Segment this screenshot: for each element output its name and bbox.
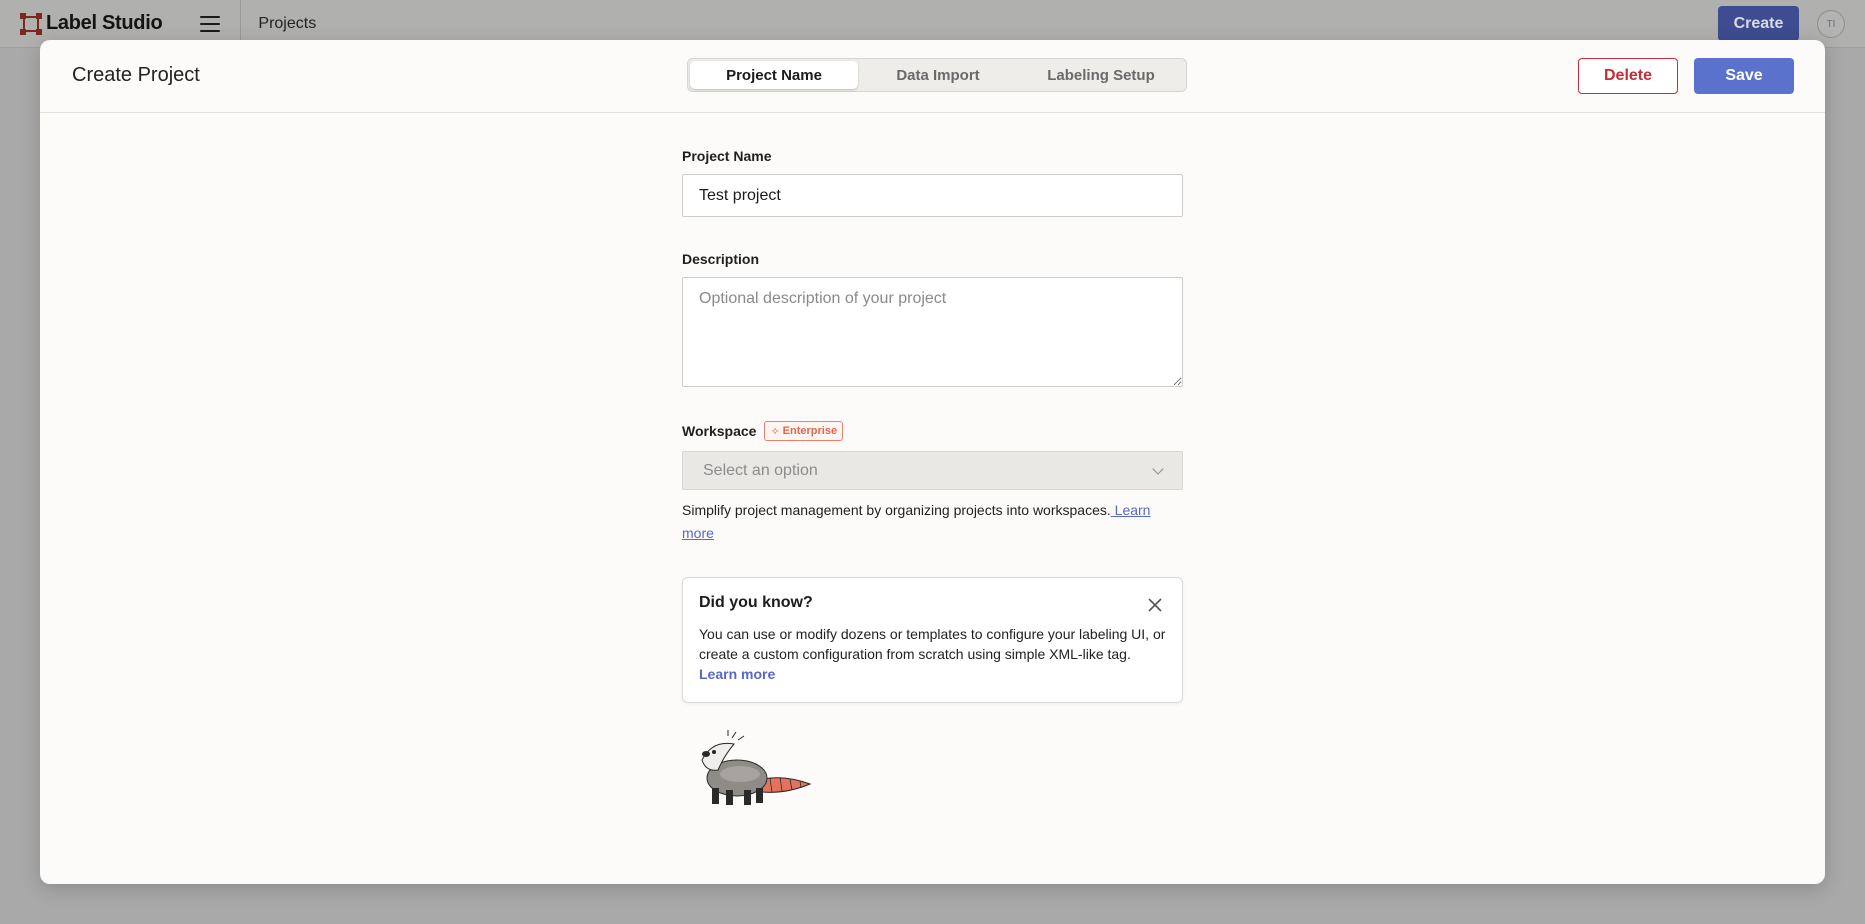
hamburger-menu-icon[interactable] (200, 15, 221, 32)
project-name-input[interactable] (682, 174, 1183, 217)
close-icon[interactable] (1148, 598, 1162, 612)
description-textarea[interactable] (682, 277, 1183, 387)
tip-body-text: You can use or modify dozens or template… (699, 626, 1166, 662)
project-form: Project Name Description Workspace ✧ Ent… (682, 148, 1183, 703)
label-studio-logo-icon (20, 12, 42, 35)
tab-project-name[interactable]: Project Name (690, 61, 858, 89)
modal-title: Create Project (72, 64, 200, 86)
avatar[interactable]: TI (1817, 10, 1845, 38)
create-project-modal: Create Project Project Name Data Import … (40, 40, 1825, 884)
opossum-mascot-icon (701, 730, 812, 805)
tab-labeling-setup[interactable]: Labeling Setup (1018, 61, 1184, 89)
tip-body: You can use or modify dozens or template… (699, 624, 1166, 684)
tab-bar: Project Name Data Import Labeling Setup (687, 58, 1187, 92)
description-label: Description (682, 251, 760, 267)
modal-header: Create Project Project Name Data Import … (40, 40, 1825, 113)
delete-button[interactable]: Delete (1578, 58, 1678, 94)
create-button[interactable]: Create (1718, 6, 1799, 41)
workspace-help: Simplify project management by organizin… (682, 499, 1183, 545)
tip-learn-more-link[interactable]: Learn more (699, 666, 775, 682)
workspace-select[interactable]: Select an option (682, 451, 1183, 490)
brand-name: Label Studio (46, 12, 163, 34)
enterprise-badge-label: Enterprise (782, 425, 838, 437)
tip-title: Did you know? (699, 594, 813, 611)
workspace-select-value: Select an option (703, 461, 818, 479)
brand[interactable]: Label Studio (20, 12, 163, 35)
workspace-row: Workspace ✧ Enterprise (682, 421, 1183, 441)
save-button[interactable]: Save (1694, 58, 1794, 94)
did-you-know-card: Did you know? You can use or modify doze… (682, 577, 1183, 703)
project-name-label: Project Name (682, 148, 772, 164)
tab-data-import[interactable]: Data Import (858, 61, 1018, 89)
breadcrumb[interactable]: Projects (258, 15, 316, 33)
workspace-label: Workspace (682, 423, 757, 439)
enterprise-badge: ✧ Enterprise (764, 421, 844, 441)
workspace-help-text: Simplify project management by organizin… (682, 502, 1111, 518)
sparkle-icon: ✧ (770, 425, 780, 438)
chevron-down-icon (1152, 462, 1164, 475)
